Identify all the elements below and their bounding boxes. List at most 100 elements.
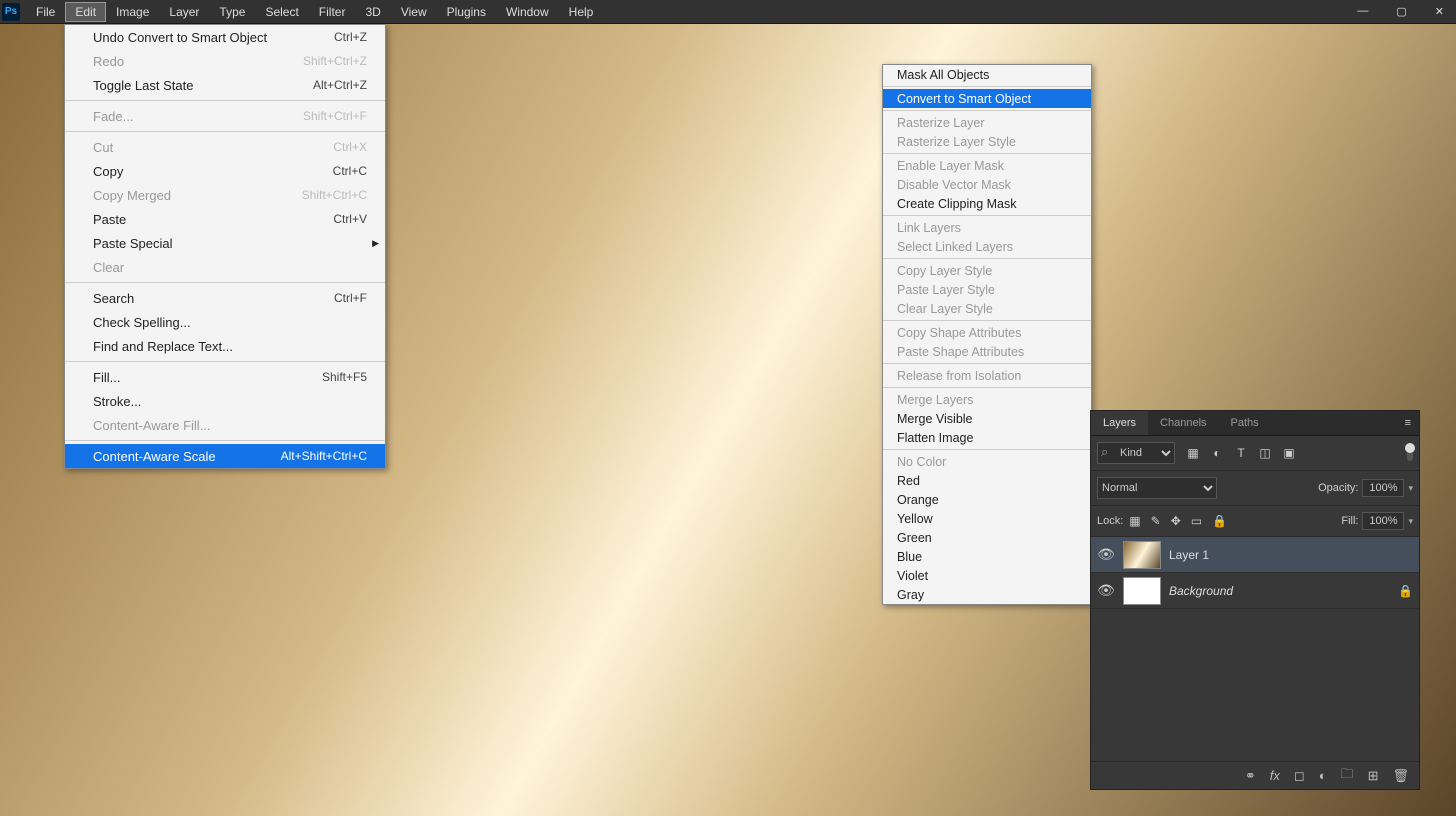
menuitem-paste[interactable]: PasteCtrl+V — [65, 207, 385, 231]
layers-blend-row: Normal Opacity: ▾ — [1091, 471, 1419, 506]
lock-icon[interactable]: 🔒 — [1398, 584, 1413, 598]
layer-thumbnail[interactable] — [1123, 577, 1161, 605]
menuitem-release-from-isolation: Release from Isolation — [883, 366, 1091, 385]
fill-chevron-icon[interactable]: ▾ — [1408, 516, 1413, 527]
menubar: Ps FileEditImageLayerTypeSelectFilter3DV… — [0, 0, 1456, 24]
menuitem-search[interactable]: SearchCtrl+F — [65, 286, 385, 310]
visibility-icon[interactable]: 👁 — [1097, 582, 1115, 599]
menuitem-flatten-image[interactable]: Flatten Image — [883, 428, 1091, 447]
panel-menu-icon[interactable]: ≡ — [1397, 411, 1419, 435]
menu-view[interactable]: View — [391, 2, 437, 22]
filter-smart-icon[interactable]: ▣ — [1281, 445, 1297, 461]
menuitem-label: Find and Replace Text... — [93, 339, 233, 354]
menuitem-label: Disable Vector Mask — [897, 178, 1011, 192]
menuitem-paste-special[interactable]: Paste Special — [65, 231, 385, 255]
menuitem-label: Gray — [897, 588, 924, 602]
menuitem-violet[interactable]: Violet — [883, 566, 1091, 585]
menu-help[interactable]: Help — [559, 2, 604, 22]
menuitem-yellow[interactable]: Yellow — [883, 509, 1091, 528]
lock-transparent-icon[interactable]: ▦ — [1129, 514, 1140, 528]
menuitem-undo-convert-to-smart-object[interactable]: Undo Convert to Smart ObjectCtrl+Z — [65, 25, 385, 49]
menu-file[interactable]: File — [26, 2, 65, 22]
menuitem-check-spelling[interactable]: Check Spelling... — [65, 310, 385, 334]
menuitem-shortcut: Shift+F5 — [322, 370, 367, 384]
separator — [883, 320, 1091, 321]
menu-edit[interactable]: Edit — [65, 2, 106, 22]
menuitem-fill[interactable]: Fill...Shift+F5 — [65, 365, 385, 389]
menuitem-blue[interactable]: Blue — [883, 547, 1091, 566]
menuitem-label: Rasterize Layer Style — [897, 135, 1016, 149]
menuitem-merge-layers: Merge Layers — [883, 390, 1091, 409]
menuitem-mask-all-objects[interactable]: Mask All Objects — [883, 65, 1091, 84]
menuitem-orange[interactable]: Orange — [883, 490, 1091, 509]
menuitem-label: Green — [897, 531, 932, 545]
link-layers-icon[interactable]: ⚭ — [1245, 768, 1256, 784]
menuitem-copy-merged: Copy MergedShift+Ctrl+C — [65, 183, 385, 207]
layer-row[interactable]: 👁 Layer 1 — [1091, 537, 1419, 573]
tab-channels[interactable]: Channels — [1148, 411, 1218, 435]
menuitem-label: Copy Shape Attributes — [897, 326, 1021, 340]
menuitem-merge-visible[interactable]: Merge Visible — [883, 409, 1091, 428]
menuitem-find-and-replace-text[interactable]: Find and Replace Text... — [65, 334, 385, 358]
filter-type-icon[interactable]: T — [1233, 445, 1249, 461]
menu-select[interactable]: Select — [255, 2, 308, 22]
menu-plugins[interactable]: Plugins — [437, 2, 496, 22]
tab-paths[interactable]: Paths — [1219, 411, 1271, 435]
opacity-input[interactable] — [1362, 479, 1404, 497]
menuitem-red[interactable]: Red — [883, 471, 1091, 490]
menu-window[interactable]: Window — [496, 2, 559, 22]
fill-input[interactable] — [1362, 512, 1404, 530]
menuitem-gray[interactable]: Gray — [883, 585, 1091, 604]
close-button[interactable]: ✕ — [1435, 5, 1444, 18]
opacity-chevron-icon[interactable]: ▾ — [1408, 483, 1413, 494]
menuitem-shortcut: Ctrl+F — [334, 291, 367, 305]
menuitem-content-aware-scale[interactable]: Content-Aware ScaleAlt+Shift+Ctrl+C — [65, 444, 385, 468]
menu-filter[interactable]: Filter — [309, 2, 356, 22]
menuitem-green[interactable]: Green — [883, 528, 1091, 547]
lock-position-icon[interactable]: ✥ — [1171, 514, 1181, 528]
menuitem-label: Redo — [93, 54, 124, 69]
adjustment-icon[interactable]: ◐ — [1319, 768, 1327, 783]
lock-pixels-icon[interactable]: ✎ — [1151, 514, 1161, 528]
menuitem-convert-to-smart-object[interactable]: Convert to Smart Object — [883, 89, 1091, 108]
menuitem-create-clipping-mask[interactable]: Create Clipping Mask — [883, 194, 1091, 213]
menuitem-copy-layer-style: Copy Layer Style — [883, 261, 1091, 280]
layers-filter-row: Kind ▦ ◐ T ◫ ▣ — [1091, 436, 1419, 471]
lock-all-icon[interactable]: 🔒 — [1212, 514, 1227, 528]
layer-row[interactable]: 👁 Background 🔒 — [1091, 573, 1419, 609]
menuitem-copy[interactable]: CopyCtrl+C — [65, 159, 385, 183]
mask-icon[interactable]: ◻ — [1294, 768, 1305, 784]
menuitem-toggle-last-state[interactable]: Toggle Last StateAlt+Ctrl+Z — [65, 73, 385, 97]
menuitem-stroke[interactable]: Stroke... — [65, 389, 385, 413]
menu-type[interactable]: Type — [209, 2, 255, 22]
menuitem-label: Copy — [93, 164, 123, 179]
maximize-button[interactable]: ▢ — [1396, 5, 1406, 18]
separator — [883, 363, 1091, 364]
lock-artboard-icon[interactable]: ▭ — [1191, 514, 1202, 528]
menu-layer[interactable]: Layer — [159, 2, 209, 22]
filter-shape-icon[interactable]: ◫ — [1257, 445, 1273, 461]
layer-thumbnail[interactable] — [1123, 541, 1161, 569]
menuitem-label: Merge Visible — [897, 412, 973, 426]
new-layer-icon[interactable]: ⊞ — [1368, 768, 1379, 784]
filter-kind-select[interactable]: Kind — [1097, 442, 1175, 464]
filter-adjust-icon[interactable]: ◐ — [1209, 445, 1225, 461]
layer-name[interactable]: Layer 1 — [1169, 548, 1209, 562]
minimize-button[interactable]: — — [1357, 5, 1368, 18]
blend-mode-select[interactable]: Normal — [1097, 477, 1217, 499]
visibility-icon[interactable]: 👁 — [1097, 546, 1115, 563]
menuitem-label: Clear Layer Style — [897, 302, 993, 316]
layers-panel-footer: ⚭ fx ◻ ◐ 🗀 ⊞ 🗑 — [1091, 761, 1419, 789]
filter-pixel-icon[interactable]: ▦ — [1185, 445, 1201, 461]
delete-icon[interactable]: 🗑 — [1392, 768, 1409, 784]
filter-toggle[interactable] — [1407, 445, 1413, 461]
menuitem-link-layers: Link Layers — [883, 218, 1091, 237]
tab-layers[interactable]: Layers — [1091, 411, 1148, 435]
fx-icon[interactable]: fx — [1270, 768, 1280, 783]
menu-3d[interactable]: 3D — [355, 2, 390, 22]
menu-image[interactable]: Image — [106, 2, 159, 22]
group-icon[interactable]: 🗀 — [1341, 765, 1354, 787]
layer-name[interactable]: Background — [1169, 584, 1233, 598]
menuitem-enable-layer-mask: Enable Layer Mask — [883, 156, 1091, 175]
edit-menu-dropdown: Undo Convert to Smart ObjectCtrl+Z Redo Sh… — [64, 24, 386, 469]
